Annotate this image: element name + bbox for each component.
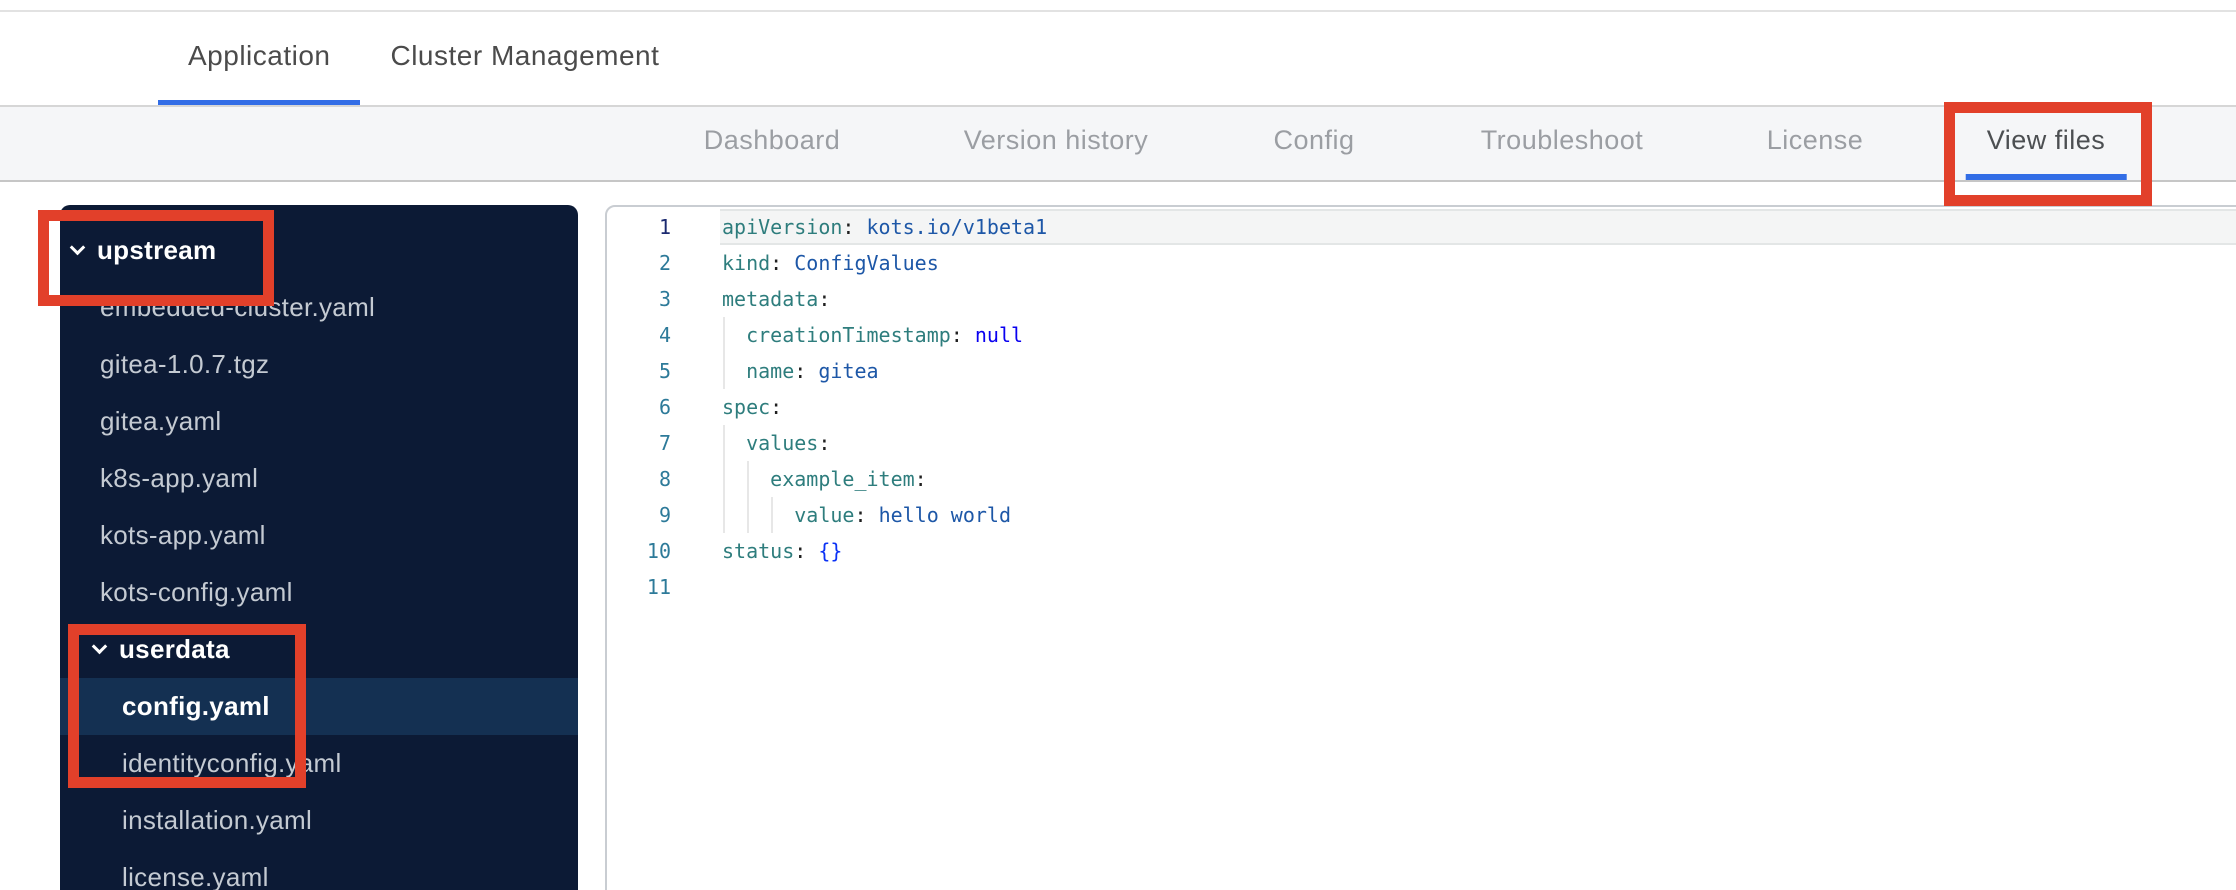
tree-file-embedded-cluster.yaml[interactable]: embedded-cluster.yaml <box>60 279 578 336</box>
code-text: example_item: <box>770 467 927 491</box>
code-text: value: hello world <box>794 503 1012 527</box>
tab-version-history-label: Version history <box>963 125 1149 155</box>
tree-folder-upstream[interactable]: upstream <box>60 222 578 279</box>
code-line-3: 3 metadata: <box>607 281 2236 317</box>
tree-item-label: upstream <box>97 235 217 265</box>
tab-cluster-management-label: Cluster Management <box>390 40 660 71</box>
tab-cluster-management[interactable]: Cluster Management <box>360 12 689 105</box>
code-text: values: <box>746 431 831 455</box>
code-line-10: 10 status: {} <box>607 533 2236 569</box>
tree-file-kots-config.yaml[interactable]: kots-config.yaml <box>60 564 578 621</box>
tab-view-files[interactable]: View files <box>1965 107 2127 180</box>
line-number: 5 <box>658 359 671 383</box>
line-number: 10 <box>646 539 671 563</box>
tab-application[interactable]: Application <box>158 12 361 105</box>
tab-dashboard[interactable]: Dashboard <box>683 107 862 180</box>
code-text: status: {} <box>722 539 843 563</box>
line-number: 3 <box>658 287 671 311</box>
tree-item-label: k8s-app.yaml <box>100 463 259 493</box>
code-text: apiVersion: kots.io/v1beta1 <box>722 215 1048 239</box>
tab-troubleshoot[interactable]: Troubleshoot <box>1460 107 1665 180</box>
code-text: name: gitea <box>746 359 879 383</box>
tree-item-label: userdata <box>119 634 230 664</box>
tree-file-identityconfig.yaml[interactable]: identityconfig.yaml <box>60 735 578 792</box>
tree-item-label: kots-app.yaml <box>100 520 266 550</box>
code-text: metadata: <box>722 287 831 311</box>
code-text: creationTimestamp: null <box>746 323 1024 347</box>
code-line-11: 11 <box>607 569 2236 605</box>
tree-file-kots-app.yaml[interactable]: kots-app.yaml <box>60 507 578 564</box>
code-lines: 1 apiVersion: kots.io/v1beta1 2 kind: Confi… <box>607 209 2236 605</box>
code-line-8: 8 example_item: <box>607 461 2236 497</box>
line-number: 2 <box>658 251 671 275</box>
tab-dashboard-label: Dashboard <box>703 125 841 155</box>
tree-file-config.yaml[interactable]: config.yaml <box>60 678 578 735</box>
line-number: 4 <box>658 323 671 347</box>
tree-file-installation.yaml[interactable]: installation.yaml <box>60 792 578 849</box>
tree-file-gitea.yaml[interactable]: gitea.yaml <box>60 393 578 450</box>
line-number: 1 <box>658 215 671 239</box>
code-line-9: 9 value: hello world <box>607 497 2236 533</box>
line-number: 9 <box>658 503 671 527</box>
tab-version-history[interactable]: Version history <box>943 107 1170 180</box>
file-viewer-panel: 1 apiVersion: kots.io/v1beta1 2 kind: Confi… <box>605 205 2236 890</box>
tree-item-label: gitea.yaml <box>100 406 222 436</box>
tree-item-label: installation.yaml <box>122 805 313 835</box>
code-text: spec: <box>722 395 783 419</box>
tab-view-files-label: View files <box>1986 125 2106 155</box>
tab-license-label: License <box>1766 125 1864 155</box>
tab-config[interactable]: Config <box>1252 107 1375 180</box>
tab-license[interactable]: License <box>1746 107 1885 180</box>
tree-item-label: config.yaml <box>122 691 270 721</box>
tree-item-label: embedded-cluster.yaml <box>100 292 376 322</box>
tree-file-license.yaml[interactable]: license.yaml <box>60 849 578 890</box>
tree-item-label: identityconfig.yaml <box>122 748 342 778</box>
tree-folder-userdata[interactable]: userdata <box>60 621 578 678</box>
code-line-1: 1 apiVersion: kots.io/v1beta1 <box>607 209 2236 245</box>
tree-item-label: license.yaml <box>122 862 269 890</box>
code-line-2: 2 kind: ConfigValues <box>607 245 2236 281</box>
code-line-5: 5 name: gitea <box>607 353 2236 389</box>
tree-file-k8s-app.yaml[interactable]: k8s-app.yaml <box>60 450 578 507</box>
chevron-down-icon <box>69 239 86 256</box>
line-number: 11 <box>646 575 671 599</box>
tab-troubleshoot-label: Troubleshoot <box>1480 125 1644 155</box>
tab-config-label: Config <box>1273 125 1355 155</box>
code-text: kind: ConfigValues <box>722 251 939 275</box>
app-subnav: Dashboard Version history Config Trouble… <box>0 105 2236 182</box>
line-number: 6 <box>658 395 671 419</box>
chevron-down-icon <box>91 638 108 655</box>
tree-item-label: kots-config.yaml <box>100 577 293 607</box>
code-line-4: 4 creationTimestamp: null <box>607 317 2236 353</box>
tree-file-gitea-1.0.7.tgz[interactable]: gitea-1.0.7.tgz <box>60 336 578 393</box>
tree-item-label: gitea-1.0.7.tgz <box>100 349 270 379</box>
file-tree: upstream embedded-cluster.yaml gitea-1.0.7… <box>60 205 578 890</box>
code-line-6: 6 spec: <box>607 389 2236 425</box>
tab-application-label: Application <box>188 40 331 71</box>
app-header: Application Cluster Management <box>0 12 2236 105</box>
line-number: 8 <box>658 467 671 491</box>
line-number: 7 <box>658 431 671 455</box>
code-line-7: 7 values: <box>607 425 2236 461</box>
